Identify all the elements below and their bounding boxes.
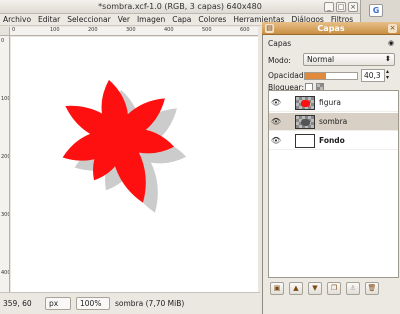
- maximize-button[interactable]: □: [336, 2, 346, 12]
- menu-seleccionar[interactable]: Seleccionar: [67, 15, 110, 24]
- tab-menu-icon[interactable]: ◉: [388, 39, 394, 47]
- background-window[interactable]: G: [360, 0, 400, 22]
- visibility-eye-icon[interactable]: 👁: [269, 117, 283, 126]
- thumb-flower: [301, 99, 310, 107]
- chevron-down-icon: ⬍: [384, 54, 391, 63]
- ruler-label: 600: [240, 27, 250, 33]
- menu-archivo[interactable]: Archivo: [3, 15, 31, 24]
- image-canvas[interactable]: [11, 37, 258, 292]
- opacity-slider-fill: [305, 73, 326, 79]
- ruler-label: 100: [50, 27, 60, 33]
- ruler-label: 400: [164, 27, 174, 33]
- layer-name[interactable]: Fondo: [319, 136, 345, 145]
- visibility-eye-icon[interactable]: 👁: [269, 136, 283, 145]
- menu-editar[interactable]: Editar: [38, 15, 60, 24]
- layer-name[interactable]: figura: [319, 98, 341, 107]
- window-title: *sombra.xcf-1.0 (RGB, 3 capas) 640x480: [98, 2, 262, 11]
- raise-layer-button[interactable]: ▲: [289, 282, 303, 295]
- statusbar: 359, 60 px 100% sombra (7,70 MiB): [0, 292, 260, 314]
- ruler-label: 100: [1, 96, 10, 102]
- layer-row-fondo[interactable]: 👁 Fondo: [269, 132, 398, 150]
- layers-dialog-titlebar: ▤ Capas ×: [262, 22, 400, 35]
- search-engine-icon[interactable]: G: [369, 4, 383, 17]
- menu-colores[interactable]: Colores: [198, 15, 226, 24]
- ruler-label: 200: [1, 154, 10, 160]
- new-layer-button[interactable]: ▣: [270, 282, 284, 295]
- ruler-label: 300: [1, 212, 10, 218]
- duplicate-layer-button[interactable]: ❐: [327, 282, 341, 295]
- ruler-label: 0: [12, 27, 16, 33]
- minimize-button[interactable]: _: [324, 2, 334, 12]
- mode-label: Modo:: [268, 56, 291, 65]
- window-titlebar: *sombra.xcf-1.0 (RGB, 3 capas) 640x480 _…: [0, 0, 360, 14]
- layer-row-figura[interactable]: 👁 figura: [269, 94, 398, 112]
- layer-thumbnail: [295, 133, 315, 148]
- opacity-slider[interactable]: [304, 72, 358, 80]
- layers-tab-label: Capas: [268, 39, 292, 48]
- menu-imagen[interactable]: Imagen: [137, 15, 165, 24]
- layers-dialog-title: Capas: [317, 24, 345, 33]
- ruler-label: 300: [126, 27, 136, 33]
- layer-thumbnail: [295, 114, 315, 129]
- pointer-coords: 359, 60: [3, 299, 32, 308]
- dialog-close-icon[interactable]: ×: [388, 24, 397, 33]
- mode-value: Normal: [307, 55, 335, 64]
- anchor-layer-button[interactable]: ⚓: [346, 282, 360, 295]
- ruler-corner[interactable]: [0, 27, 10, 36]
- menu-capa[interactable]: Capa: [172, 15, 191, 24]
- flower-shape: [62, 79, 175, 203]
- ruler-label: 400: [1, 270, 10, 276]
- layer-actions: ▣ ▲ ▼ ❐ ⚓ 🗑: [268, 282, 399, 296]
- flower-image: [62, 79, 187, 213]
- zoom-select[interactable]: 100%: [76, 297, 110, 310]
- thumb-shadow: [301, 118, 310, 126]
- ruler-label: 0: [1, 38, 5, 44]
- layers-list: 👁 figura 👁 sombra 👁 Fondo: [268, 90, 399, 278]
- layer-thumbnail: [295, 95, 315, 110]
- ruler-label: 200: [88, 27, 98, 33]
- unit-select[interactable]: px: [45, 297, 71, 310]
- close-button[interactable]: ×: [348, 2, 358, 12]
- opacity-label: Opacidad:: [268, 71, 307, 80]
- lower-layer-button[interactable]: ▼: [308, 282, 322, 295]
- layer-name[interactable]: sombra: [319, 117, 347, 126]
- ruler-label: 500: [202, 27, 212, 33]
- ruler-left[interactable]: 0 100 200 300 400: [0, 36, 10, 292]
- menu-ver[interactable]: Ver: [118, 15, 130, 24]
- visibility-eye-icon[interactable]: 👁: [269, 98, 283, 107]
- opacity-spin-arrows[interactable]: ▴ ▾: [386, 69, 389, 81]
- opacity-input[interactable]: 40,3: [361, 69, 385, 82]
- mode-select[interactable]: Normal ⬍: [303, 53, 395, 66]
- delete-layer-button[interactable]: 🗑: [365, 282, 379, 295]
- ruler-top[interactable]: 0 100 200 300 400 500 600: [10, 27, 258, 36]
- flower-layer: [62, 79, 175, 203]
- status-info: sombra (7,70 MiB): [115, 299, 185, 308]
- layer-row-sombra[interactable]: 👁 sombra: [269, 113, 398, 131]
